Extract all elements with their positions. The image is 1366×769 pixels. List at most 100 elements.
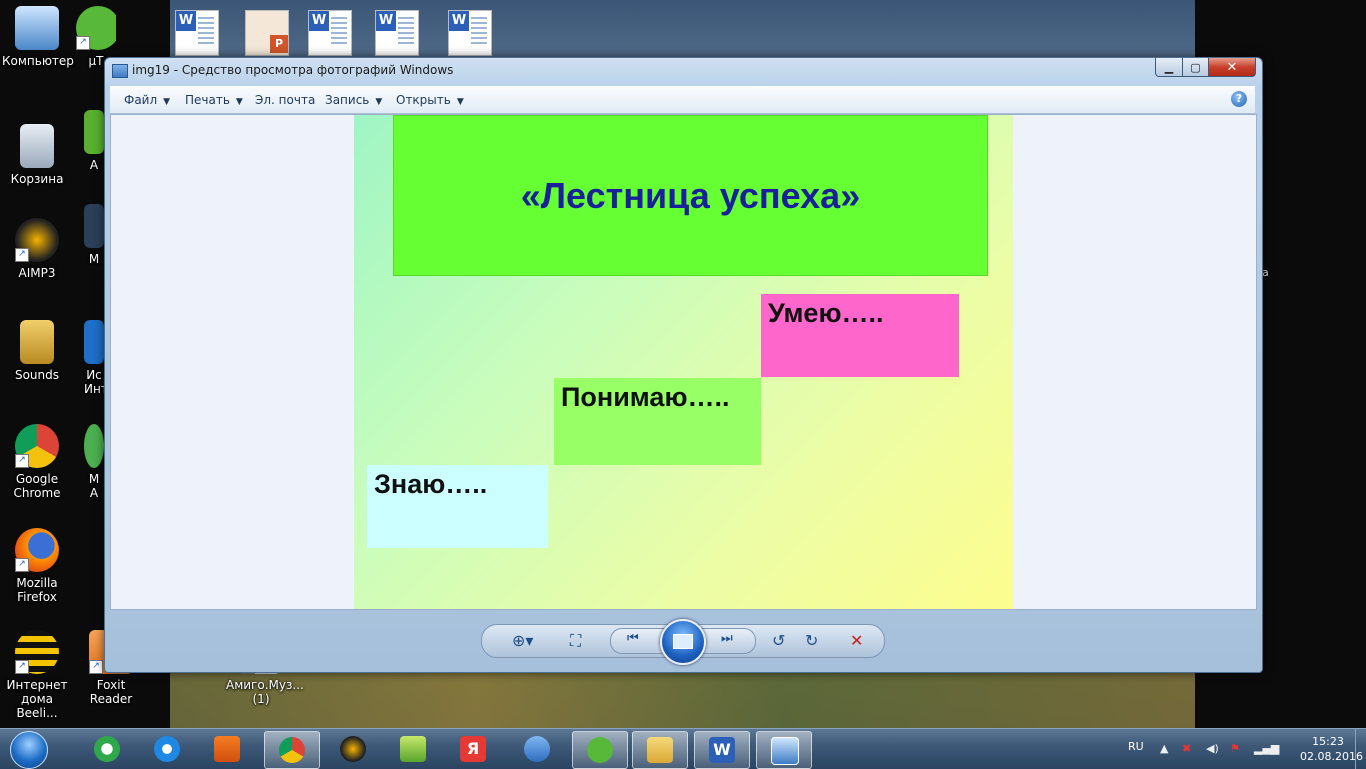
chrome-icon: ↗ bbox=[15, 424, 59, 468]
close-button[interactable]: ✕ bbox=[1208, 58, 1256, 77]
language-indicator[interactable]: RU bbox=[1128, 740, 1144, 753]
step-can: Умею….. bbox=[761, 294, 959, 377]
clock-time: 15:23 bbox=[1312, 735, 1344, 748]
menu-email[interactable]: Эл. почта bbox=[255, 93, 315, 107]
title-bar[interactable]: img19 - Средство просмотра фотографий Wi… bbox=[105, 58, 1262, 84]
image-viewport[interactable]: «Лестница успеха» Умею….. Понимаю….. Зна… bbox=[110, 114, 1257, 610]
next-icon[interactable]: ⏭ bbox=[721, 631, 733, 646]
rotate-right-icon[interactable]: ↻ bbox=[805, 631, 818, 650]
word-document-icon[interactable]: W bbox=[175, 10, 219, 56]
chrome-icon bbox=[279, 737, 305, 763]
taskbar-photo-viewer[interactable] bbox=[756, 731, 812, 769]
maximize-button[interactable]: ▢ bbox=[1182, 58, 1209, 77]
taskbar-internet-explorer[interactable] bbox=[140, 731, 194, 767]
chevron-down-icon: ▼ bbox=[375, 97, 383, 107]
yandex-icon: Я bbox=[460, 736, 486, 762]
rotate-left-icon[interactable]: ↺ bbox=[772, 631, 785, 650]
utorrent-icon bbox=[587, 737, 613, 763]
beeline-icon: ↗ bbox=[15, 630, 59, 674]
mail-agent-icon bbox=[94, 736, 120, 762]
app-icon bbox=[84, 204, 104, 248]
desktop-icon-aimp[interactable]: ↗ AIMP3 bbox=[2, 218, 72, 280]
music-icon bbox=[400, 736, 426, 762]
menu-open[interactable]: Открыть ▼ bbox=[396, 93, 464, 107]
clock-date: 02.08.2016 bbox=[1300, 750, 1363, 763]
desktop-icon-app[interactable]: A bbox=[84, 110, 104, 172]
menu-bar: Файл ▼ Печать ▼ Эл. почта Запись ▼ Открыть ▼… bbox=[110, 86, 1255, 114]
taskbar-utorrent[interactable] bbox=[572, 731, 628, 769]
taskbar-aimp[interactable] bbox=[326, 731, 380, 767]
show-hidden-icons-icon[interactable]: ▲ bbox=[1160, 742, 1168, 755]
volume-icon[interactable]: ◀) bbox=[1206, 742, 1219, 755]
close-icon: ✕ bbox=[1226, 59, 1238, 75]
taskbar-yandex[interactable]: Я bbox=[446, 731, 500, 767]
desktop-icon-chrome[interactable]: ↗ Google Chrome bbox=[2, 424, 72, 500]
word-document-icon[interactable]: W bbox=[308, 10, 352, 56]
step-understand: Понимаю….. bbox=[554, 378, 761, 465]
start-button[interactable] bbox=[2, 729, 54, 769]
word-document-icon[interactable]: W bbox=[448, 10, 492, 56]
viewer-toolbar: ⊕▾ ⛶ ⏮ ⏭ ↺ ↻ ✕ bbox=[481, 619, 885, 665]
minimize-button[interactable]: ▁ bbox=[1155, 58, 1183, 77]
previous-icon[interactable]: ⏮ bbox=[627, 631, 639, 646]
folder-icon bbox=[20, 320, 54, 364]
desktop-icon-label-partial: а bbox=[1262, 266, 1269, 279]
sound-icon bbox=[524, 736, 550, 762]
desktop-icon-app-2[interactable]: M bbox=[84, 204, 104, 266]
computer-icon bbox=[15, 6, 59, 50]
actual-size-icon[interactable]: ⛶ bbox=[570, 631, 581, 651]
media-player-icon bbox=[214, 736, 240, 762]
aimp-icon bbox=[340, 736, 366, 762]
desktop-icon-sounds[interactable]: Sounds bbox=[2, 320, 72, 382]
chevron-down-icon: ▼ bbox=[235, 97, 243, 107]
slideshow-button[interactable] bbox=[660, 619, 706, 665]
action-center-icon[interactable]: ⚑ bbox=[1230, 742, 1240, 755]
desktop-icon-computer[interactable]: Компьютер bbox=[2, 6, 74, 68]
aimp-icon: ↗ bbox=[15, 218, 59, 262]
menu-print[interactable]: Печать ▼ bbox=[185, 93, 243, 107]
taskbar-mail-agent[interactable] bbox=[80, 731, 134, 767]
taskbar-media-player[interactable] bbox=[200, 731, 254, 767]
powerpoint-document-icon[interactable]: P bbox=[245, 10, 289, 56]
menu-burn[interactable]: Запись ▼ bbox=[325, 93, 382, 107]
taskbar-sound[interactable] bbox=[510, 731, 564, 767]
menu-file[interactable]: Файл ▼ bbox=[124, 93, 170, 107]
taskbar-chrome[interactable] bbox=[264, 731, 320, 769]
slide-title-box: «Лестница успеха» bbox=[393, 115, 988, 276]
taskbar-explorer[interactable] bbox=[632, 731, 688, 769]
desktop-icon-firefox[interactable]: ↗ Mozilla Firefox bbox=[2, 528, 72, 604]
word-document-icon[interactable]: W bbox=[375, 10, 419, 56]
recycle-bin-icon bbox=[20, 124, 54, 168]
taskbar: Я W RU ▲ ✖ ◀) ⚑ ▂▄▆ 15:23 02.08.2016 bbox=[0, 728, 1366, 769]
windows-logo-icon bbox=[10, 731, 48, 769]
chevron-down-icon: ▼ bbox=[456, 97, 464, 107]
explorer-icon bbox=[647, 737, 673, 763]
desktop-icon-app-3[interactable]: Ис Инт bbox=[84, 320, 104, 396]
network-error-icon[interactable]: ✖ bbox=[1182, 742, 1191, 755]
app-icon bbox=[84, 424, 104, 468]
help-icon[interactable]: ? bbox=[1231, 91, 1247, 107]
photo-viewer-icon bbox=[112, 64, 128, 78]
desktop-icon-recycle-bin[interactable]: Корзина bbox=[2, 124, 72, 186]
desktop-icon-beeline[interactable]: ↗ Интернет дома Beeli... bbox=[2, 630, 72, 720]
app-icon bbox=[84, 110, 104, 154]
maximize-icon: ▢ bbox=[1190, 60, 1201, 74]
internet-explorer-icon bbox=[154, 736, 180, 762]
desktop-icon-app-4[interactable]: M A bbox=[84, 424, 104, 500]
photo-viewer-icon bbox=[771, 737, 799, 765]
window-title: img19 - Средство просмотра фотографий Wi… bbox=[132, 63, 454, 77]
clock[interactable]: 15:23 02.08.2016 bbox=[1300, 734, 1363, 764]
delete-icon[interactable]: ✕ bbox=[850, 631, 863, 650]
chevron-down-icon: ▼ bbox=[163, 97, 171, 107]
minimize-icon: ▁ bbox=[1164, 60, 1174, 74]
show-desktop-button[interactable] bbox=[1355, 729, 1366, 769]
taskbar-word[interactable]: W bbox=[694, 731, 750, 769]
firefox-icon: ↗ bbox=[15, 528, 59, 572]
slide-title: «Лестница успеха» bbox=[520, 174, 861, 216]
utorrent-icon: ↗ bbox=[76, 6, 116, 50]
taskbar-music[interactable] bbox=[386, 731, 440, 767]
zoom-icon[interactable]: ⊕▾ bbox=[512, 631, 533, 650]
photo-viewer-window[interactable]: img19 - Средство просмотра фотографий Wi… bbox=[104, 57, 1263, 673]
word-icon: W bbox=[709, 737, 735, 763]
signal-icon[interactable]: ▂▄▆ bbox=[1254, 742, 1279, 755]
